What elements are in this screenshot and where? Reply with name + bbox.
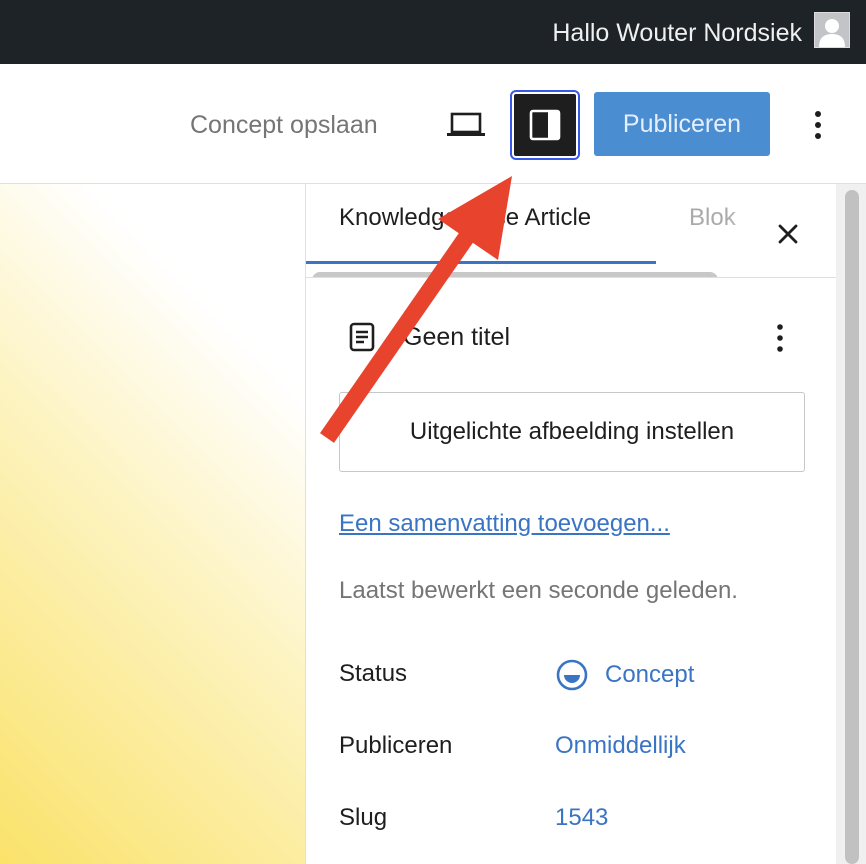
more-options-button[interactable] bbox=[800, 102, 836, 148]
status-label: Status bbox=[339, 660, 408, 687]
slug-value-button[interactable]: 1543 bbox=[555, 802, 608, 834]
avatar[interactable] bbox=[814, 12, 850, 48]
editor-canvas[interactable] bbox=[0, 184, 305, 864]
publish-date-button[interactable]: Onmiddellijk bbox=[555, 730, 686, 762]
status-value: Concept bbox=[605, 661, 695, 688]
half-circle-status-icon bbox=[556, 659, 588, 691]
settings-sidebar: Knowledge Base Article Blok Geen titel U… bbox=[305, 184, 836, 864]
publish-button[interactable]: Publiceren bbox=[594, 92, 770, 156]
tab-knowledge-base-article[interactable]: Knowledge Base Article bbox=[339, 202, 591, 234]
admin-greeting[interactable]: Hallo Wouter Nordsiek bbox=[552, 16, 802, 50]
sidebar-panel-icon bbox=[529, 109, 561, 141]
publish-label: Publiceren bbox=[339, 732, 453, 759]
preview-button[interactable] bbox=[440, 104, 492, 146]
sidebar-tabs: Knowledge Base Article Blok bbox=[306, 184, 836, 278]
last-edited-text: Laatst bewerkt een seconde geleden. bbox=[339, 577, 738, 604]
settings-sidebar-toggle-button[interactable] bbox=[510, 90, 580, 160]
set-featured-image-button[interactable]: Uitgelichte afbeelding instellen bbox=[339, 392, 805, 472]
avatar-placeholder-icon bbox=[815, 13, 849, 47]
tabs-scrollbar[interactable] bbox=[312, 272, 718, 277]
laptop-icon bbox=[447, 112, 485, 136]
post-title: Geen titel bbox=[403, 323, 511, 351]
save-draft-button[interactable]: Concept opslaan bbox=[190, 109, 378, 141]
post-actions-button[interactable] bbox=[768, 316, 792, 360]
close-sidebar-button[interactable] bbox=[772, 218, 804, 250]
active-tab-indicator bbox=[306, 261, 656, 264]
document-icon bbox=[349, 322, 375, 352]
status-value-button[interactable]: Concept bbox=[555, 658, 694, 692]
add-excerpt-link[interactable]: Een samenvatting toevoegen... bbox=[339, 508, 670, 540]
vertical-ellipsis-icon bbox=[777, 324, 783, 352]
vertical-ellipsis-icon bbox=[815, 111, 821, 139]
close-icon bbox=[778, 224, 798, 244]
sidebar-scrollbar-thumb[interactable] bbox=[845, 190, 859, 864]
editor-header: Concept opslaan Publiceren bbox=[0, 64, 866, 184]
slug-label: Slug bbox=[339, 804, 388, 831]
admin-bar: Hallo Wouter Nordsiek bbox=[0, 0, 866, 64]
